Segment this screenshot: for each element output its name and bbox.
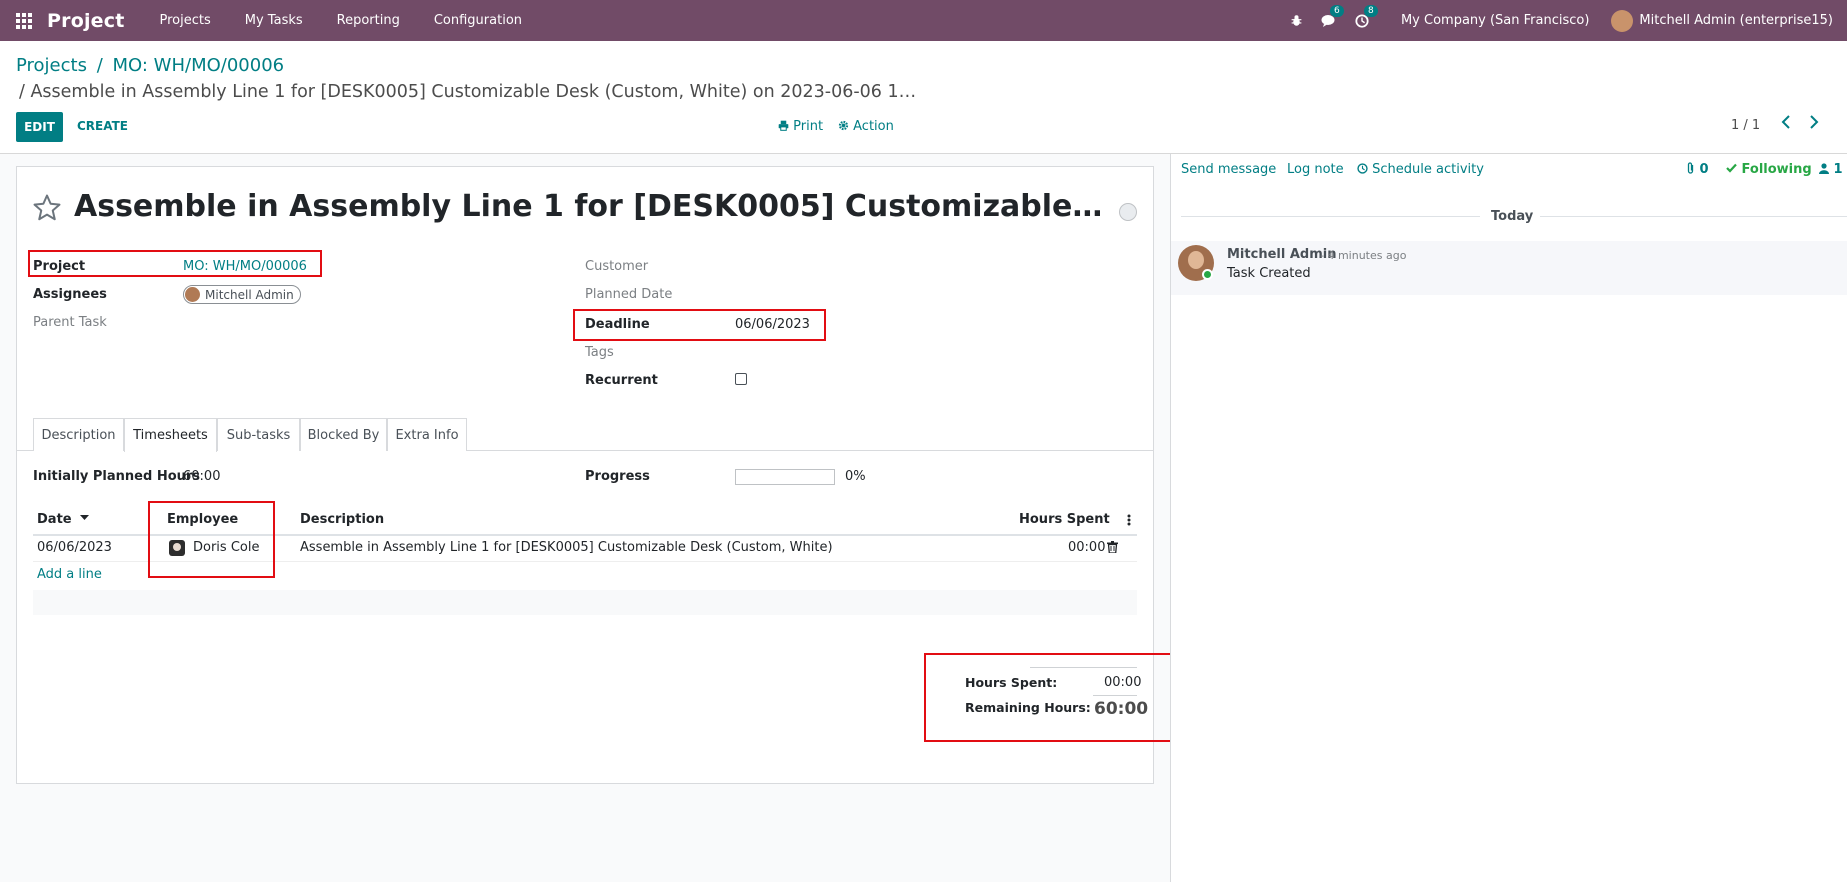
top-navbar: Project Projects My Tasks Reporting Conf…	[0, 0, 1847, 41]
user-menu[interactable]: Mitchell Admin (enterprise15)	[1639, 13, 1833, 28]
apps-menu-icon[interactable]	[16, 12, 32, 29]
tab-timesheets[interactable]: Timesheets	[124, 418, 217, 452]
debug-bug-icon[interactable]	[1290, 14, 1303, 27]
navbar-systray: 6 8 My Company (San Francisco) Mitchell …	[1290, 4, 1847, 32]
delete-row-trash-icon[interactable]	[1107, 541, 1118, 557]
row-description[interactable]: Assemble in Assembly Line 1 for [DESK000…	[300, 540, 833, 555]
assignee-name: Mitchell Admin	[205, 287, 294, 302]
tab-description[interactable]: Description	[33, 418, 124, 451]
tab-blocked-by[interactable]: Blocked By	[300, 418, 387, 451]
deadline-field[interactable]: 06/06/2023	[735, 317, 810, 332]
add-a-line-link[interactable]: Add a line	[37, 567, 102, 582]
following-button[interactable]: Following	[1726, 162, 1812, 177]
activities-clock-icon[interactable]: 8	[1355, 4, 1378, 28]
breadcrumb-projects[interactable]: Projects	[16, 55, 87, 76]
main-menu: Projects My Tasks Reporting Configuratio…	[143, 13, 540, 28]
column-header-hours-spent[interactable]: Hours Spent	[1019, 512, 1110, 527]
planned-date-label: Planned Date	[585, 287, 673, 302]
menu-reporting[interactable]: Reporting	[320, 13, 417, 28]
parent-task-label: Parent Task	[33, 315, 107, 330]
assignees-label: Assignees	[33, 287, 107, 302]
progress-label: Progress	[585, 469, 650, 484]
assignee-avatar	[185, 287, 200, 302]
project-field[interactable]: MO: WH/MO/00006	[183, 259, 307, 274]
clock-icon	[1357, 163, 1368, 174]
message-body: Task Created	[1227, 266, 1311, 281]
planned-hours-field[interactable]: 60:00	[183, 469, 220, 484]
send-message-button[interactable]: Send message	[1181, 162, 1276, 177]
user-avatar[interactable]	[1611, 9, 1634, 32]
gear-icon	[838, 120, 849, 131]
recurrent-checkbox[interactable]	[735, 373, 747, 385]
company-switcher[interactable]: My Company (San Francisco)	[1401, 13, 1589, 28]
schedule-activity-label: Schedule activity	[1372, 162, 1484, 177]
customer-label: Customer	[585, 259, 649, 274]
deadline-label: Deadline	[585, 317, 650, 332]
pager-value[interactable]: 1 / 1	[1731, 118, 1760, 133]
highlight-box-totals	[924, 653, 1178, 742]
messages-icon[interactable]: 6	[1321, 4, 1344, 28]
following-label: Following	[1741, 162, 1812, 177]
breadcrumb-separator: /	[96, 55, 103, 76]
star-priority-icon[interactable]	[32, 193, 62, 227]
task-title[interactable]: Assemble in Assembly Line 1 for [DESK000…	[74, 189, 1104, 224]
create-button[interactable]: CREATE	[77, 119, 128, 133]
tags-label: Tags	[585, 345, 614, 360]
edit-button[interactable]: EDIT	[16, 112, 63, 142]
breadcrumb-project[interactable]: MO: WH/MO/00006	[113, 55, 285, 76]
schedule-activity-button[interactable]: Schedule activity	[1357, 162, 1484, 177]
date-header-label: Date	[37, 512, 72, 527]
column-header-date[interactable]: Date	[37, 512, 90, 527]
message-time: - 4 minutes ago	[1320, 249, 1407, 262]
optional-columns-kebab-icon[interactable]	[1127, 514, 1131, 530]
check-icon	[1726, 163, 1737, 173]
assignee-tag[interactable]: Mitchell Admin	[183, 285, 301, 304]
tab-extra-info[interactable]: Extra Info	[387, 418, 467, 451]
online-status-icon	[1202, 269, 1213, 280]
app-name[interactable]: Project	[47, 10, 125, 32]
print-icon	[778, 120, 789, 131]
paperclip-icon	[1687, 162, 1694, 174]
highlight-box-employee	[148, 501, 275, 578]
breadcrumb-current-task: / Assemble in Assembly Line 1 for [DESK0…	[19, 82, 917, 102]
breadcrumb: Projects / MO: WH/MO/00006	[16, 55, 284, 76]
column-header-description[interactable]: Description	[300, 512, 384, 527]
date-separator-line	[1540, 216, 1847, 217]
row-hours-spent[interactable]: 00:00	[1068, 540, 1105, 555]
activities-count-badge: 8	[1363, 4, 1378, 17]
menu-my-tasks[interactable]: My Tasks	[228, 13, 320, 28]
tab-sub-tasks[interactable]: Sub-tasks	[217, 418, 300, 451]
user-icon	[1819, 163, 1829, 174]
recurrent-label: Recurrent	[585, 373, 658, 388]
project-label: Project	[33, 259, 86, 274]
print-menu[interactable]: Print	[778, 119, 823, 134]
progress-bar	[735, 469, 835, 485]
attachments-count: 0	[1699, 162, 1709, 177]
kanban-state-icon[interactable]	[1119, 203, 1137, 221]
table-row	[33, 590, 1137, 615]
print-label: Print	[793, 119, 824, 134]
action-menu[interactable]: Action	[838, 119, 894, 134]
followers-button[interactable]: 1	[1819, 162, 1843, 177]
attachments-button[interactable]: 0	[1686, 162, 1709, 177]
messages-count-badge: 6	[1329, 4, 1344, 17]
log-note-button[interactable]: Log note	[1287, 162, 1344, 177]
row-date[interactable]: 06/06/2023	[37, 540, 112, 555]
date-separator: Today	[1491, 209, 1534, 224]
date-separator-line	[1181, 216, 1480, 217]
pager-previous-chevron-icon[interactable]	[1780, 114, 1792, 133]
pager-next-chevron-icon[interactable]	[1808, 114, 1820, 133]
sort-caret-down-icon	[80, 515, 90, 520]
planned-hours-label: Initially Planned Hours	[33, 469, 201, 484]
progress-value: 0%	[845, 469, 866, 484]
action-label: Action	[853, 119, 894, 134]
menu-projects[interactable]: Projects	[143, 13, 228, 28]
menu-configuration[interactable]: Configuration	[417, 13, 539, 28]
followers-count: 1	[1833, 162, 1843, 177]
